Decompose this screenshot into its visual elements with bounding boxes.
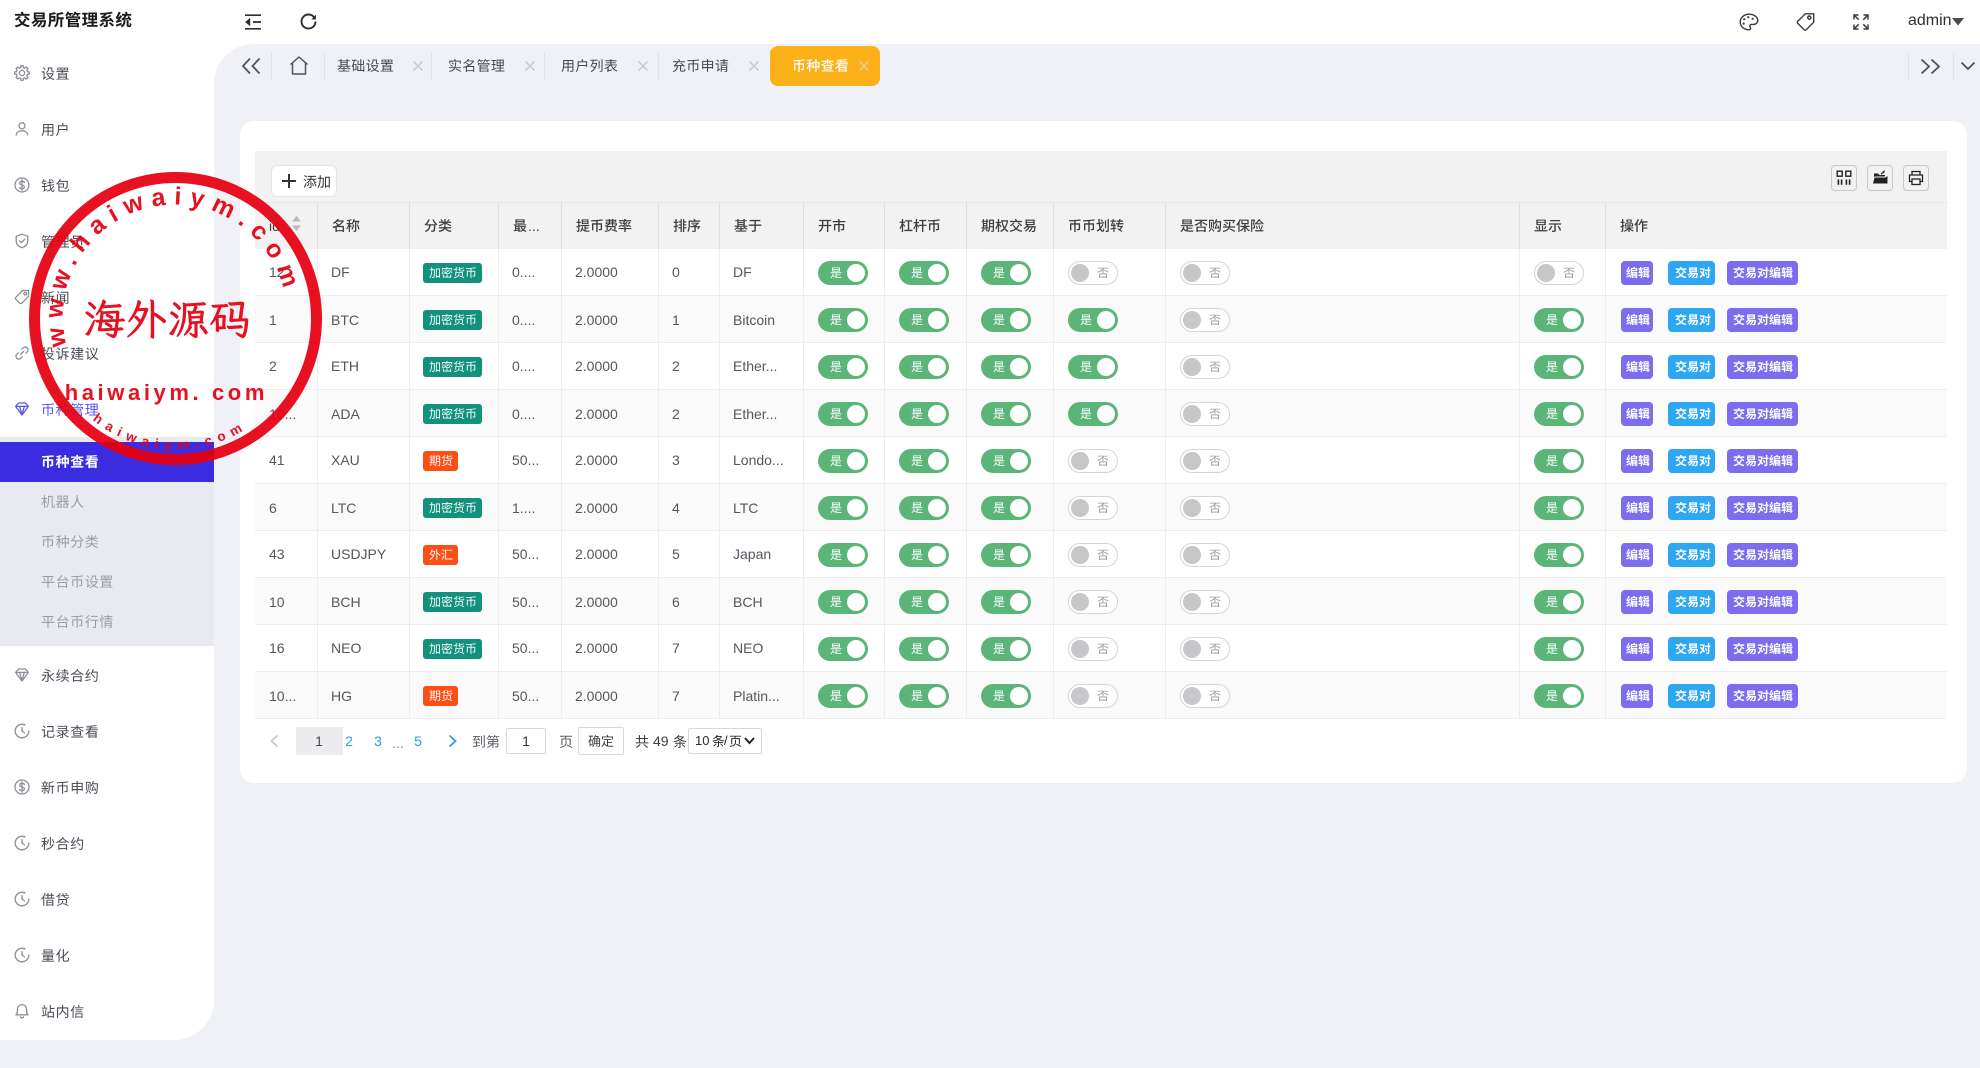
svg-text:haiwaiym. com: haiwaiym. com bbox=[65, 380, 268, 405]
